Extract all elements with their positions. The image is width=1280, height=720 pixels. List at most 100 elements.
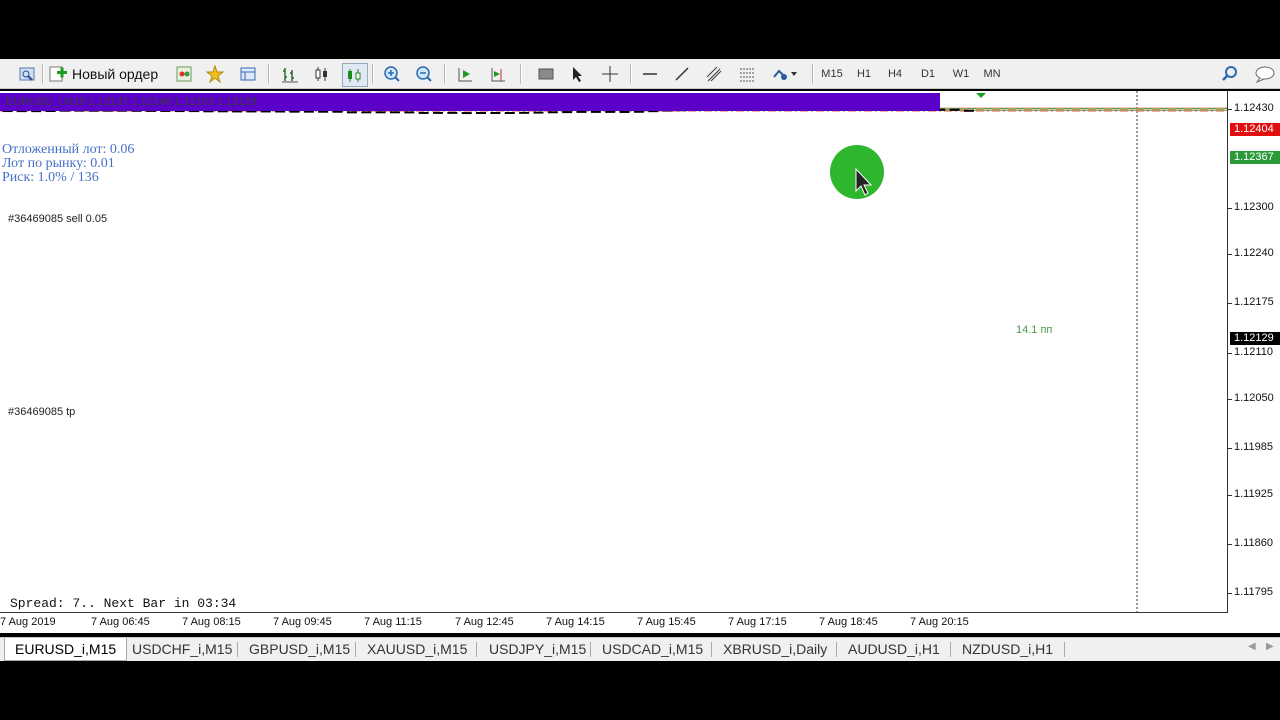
candle-body <box>404 111 415 114</box>
candle-body <box>303 110 314 113</box>
hline-icon[interactable] <box>638 63 662 85</box>
timeframe-d1[interactable]: D1 <box>914 63 942 85</box>
price-axis: 1.12430 1.12300 1.12240 1.12175 1.12110 … <box>1228 91 1280 613</box>
time-label: 7 Aug 14:15 <box>546 616 605 628</box>
timeframe-mn[interactable]: MN <box>978 63 1006 85</box>
candle-body <box>519 111 530 114</box>
tp-label[interactable]: #36469085 tp <box>8 406 75 418</box>
time-label: 7 Aug 18:45 <box>819 616 878 628</box>
tab-usdcad[interactable]: USDCAD_i,M15 <box>592 638 713 660</box>
chart-header-bar: EURUSD_i,M15 1.12137 1.12146 1.12103 1.1… <box>0 93 940 111</box>
shift-marker-icon <box>976 93 986 98</box>
new-order-button[interactable]: Новый ордер <box>48 63 166 85</box>
favorites-icon[interactable] <box>203 63 227 85</box>
candle-body <box>246 110 257 113</box>
pending-lot-text: Отложенный лот: 0.06 <box>2 142 135 157</box>
time-label: 7 Aug 17:15 <box>728 616 787 628</box>
time-label: 7 Aug 15:45 <box>637 616 696 628</box>
candle-body <box>949 108 960 111</box>
time-label: 7 Aug 11:15 <box>364 616 422 628</box>
candle-body <box>533 111 544 114</box>
chart-shift-icon[interactable] <box>486 63 510 85</box>
candle-body <box>476 111 487 114</box>
cursor-icon[interactable] <box>565 63 589 85</box>
candle-body <box>289 110 300 113</box>
green-price-box: 1.12367 <box>1230 151 1280 164</box>
chart-plot-area[interactable]: EURUSD_i,M15 1.12137 1.12146 1.12103 1.1… <box>0 91 1228 613</box>
candle-body <box>433 111 443 114</box>
tab-gbpusd[interactable]: GBPUSD_i,M15 <box>239 638 360 660</box>
candle-body <box>619 110 630 113</box>
order-label[interactable]: #36469085 sell 0.05 <box>8 213 107 225</box>
candles-icon[interactable] <box>310 63 334 85</box>
zoom-out-icon[interactable] <box>412 63 436 85</box>
price-tick: 1.12300 <box>1234 201 1274 213</box>
navigator-icon[interactable] <box>236 63 260 85</box>
candle-body <box>260 110 271 113</box>
tab-scroll-left-icon[interactable]: ◀ <box>1248 641 1256 652</box>
time-label: 7 Aug 20:15 <box>910 616 969 628</box>
new-order-label: Новый ордер <box>72 66 159 82</box>
price-tick: 1.12175 <box>1234 296 1274 308</box>
autoscroll-icon[interactable] <box>453 63 477 85</box>
rect-icon[interactable] <box>534 63 558 85</box>
risk-text: Риск: 1.0% / 136 <box>2 170 99 185</box>
zoom-in-icon[interactable] <box>380 63 404 85</box>
sl-price-box: 1.12404 <box>1230 123 1280 136</box>
shapes-icon[interactable] <box>768 63 802 85</box>
fibo-icon[interactable] <box>735 63 759 85</box>
price-tick: 1.11925 <box>1234 488 1273 500</box>
chat-icon[interactable] <box>1252 63 1278 85</box>
time-label: 7 Aug 06:45 <box>91 616 150 628</box>
main-toolbar: Новый ордер M15 H1 H4 D1 W1 MN <box>0 59 1280 89</box>
tab-audusd[interactable]: AUDUSD_i,H1 <box>838 638 950 660</box>
new-order-icon <box>49 66 67 82</box>
time-label: 7 Aug 2019 <box>0 616 56 628</box>
candle-body <box>275 110 286 113</box>
candle-body <box>346 111 357 114</box>
time-label: 7 Aug 12:45 <box>455 616 514 628</box>
tab-nzdusd[interactable]: NZDUSD_i,H1 <box>952 638 1063 660</box>
chart-tabs: EURUSD_i,M15 USDCHF_i,M15 GBPUSD_i,M15 X… <box>0 637 1280 661</box>
price-tick: 1.11985 <box>1234 441 1273 453</box>
trendline-icon[interactable] <box>670 63 694 85</box>
candle-body <box>461 112 472 115</box>
tab-eurusd[interactable]: EURUSD_i,M15 <box>4 638 128 661</box>
price-tick: 1.12240 <box>1234 247 1274 259</box>
spread-text: Spread: 7.. Next Bar in 03:34 <box>10 596 237 611</box>
tab-xbrusd[interactable]: XBRUSD_i,Daily <box>713 638 837 660</box>
candle-body <box>547 111 558 114</box>
crosshair-icon[interactable] <box>598 63 622 85</box>
price-tick: 1.12110 <box>1234 346 1273 358</box>
price-tick: 1.12430 <box>1234 102 1274 114</box>
candle-body <box>490 111 501 114</box>
tab-usdjpy[interactable]: USDJPY_i,M15 <box>479 638 596 660</box>
search-icon[interactable] <box>1218 63 1242 85</box>
candles-chart <box>0 91 1227 612</box>
pips-label: 14.1 пп <box>1016 324 1053 336</box>
line-chart-icon[interactable] <box>342 63 368 87</box>
tab-xauusd[interactable]: XAUUSD_i,M15 <box>357 638 477 660</box>
candle-body <box>633 110 644 113</box>
candle-body <box>389 111 400 114</box>
candle-body <box>418 111 429 114</box>
price-tick: 1.11860 <box>1234 537 1273 549</box>
channel-icon[interactable] <box>702 63 726 85</box>
tab-scroll-right-icon[interactable]: ▶ <box>1266 641 1274 652</box>
chart-window[interactable]: EURUSD_i,M15 1.12137 1.12146 1.12103 1.1… <box>0 91 1280 633</box>
bar-chart-icon[interactable] <box>278 63 302 85</box>
candle-body <box>576 110 587 113</box>
timeframe-w1[interactable]: W1 <box>947 63 975 85</box>
price-tick: 1.12050 <box>1234 392 1274 404</box>
candle-body <box>447 111 458 114</box>
timeframe-h4[interactable]: H4 <box>881 63 909 85</box>
profiles-icon[interactable] <box>14 63 40 85</box>
timeframe-m15[interactable]: M15 <box>818 63 846 85</box>
timeframe-h1[interactable]: H1 <box>850 63 878 85</box>
candle-body <box>605 110 616 113</box>
candle-body <box>375 111 386 114</box>
expert-icon[interactable] <box>172 63 196 85</box>
tab-usdchf[interactable]: USDCHF_i,M15 <box>122 638 242 660</box>
cursor-highlight <box>830 145 884 199</box>
market-lot-text: Лот по рынку: 0.01 <box>2 156 115 171</box>
